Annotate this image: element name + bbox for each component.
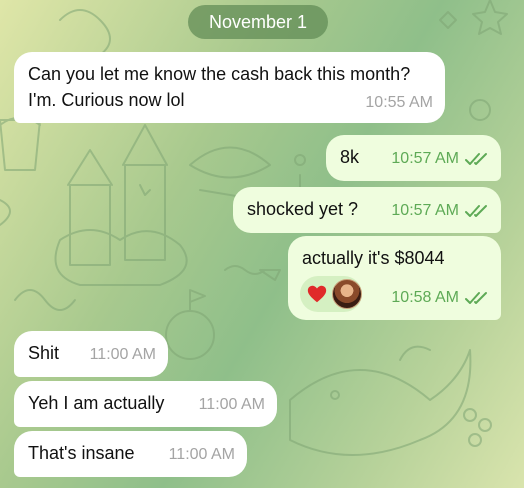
message-text: actually it's $8044 (302, 248, 445, 268)
message-time: 10:58 AM (391, 289, 459, 306)
date-header: November 1 (188, 5, 328, 39)
message-time: 10:57 AM (391, 202, 459, 219)
incoming-message[interactable]: Can you let me know the cash back this m… (14, 52, 445, 123)
outgoing-message[interactable]: 8k 10:57 AM (326, 135, 501, 181)
message-meta: 11:00 AM (199, 391, 265, 419)
message-time: 10:57 AM (391, 150, 459, 167)
incoming-message[interactable]: Yeh I am actually 11:00 AM (14, 381, 277, 427)
reactions-bar[interactable] (300, 276, 362, 312)
reactor-avatar[interactable] (332, 279, 362, 309)
message-time: 10:55 AM (365, 94, 433, 111)
double-check-icon (465, 292, 487, 304)
heart-icon (307, 285, 327, 303)
outgoing-message[interactable]: actually it's $8044 10:58 AM (288, 236, 501, 320)
double-check-icon (465, 153, 487, 165)
incoming-message[interactable]: That's insane 11:00 AM (14, 431, 247, 477)
double-check-icon (465, 205, 487, 217)
message-time: 11:00 AM (168, 446, 235, 463)
message-meta: 11:00 AM (169, 441, 235, 469)
message-meta: 10:58 AM (391, 284, 491, 312)
incoming-message[interactable]: Shit 11:00 AM (14, 331, 168, 377)
outgoing-message[interactable]: shocked yet ? 10:57 AM (233, 187, 501, 233)
message-text: Can you let me know the cash back this m… (28, 64, 411, 84)
message-time: 11:00 AM (89, 346, 156, 363)
message-time: 11:00 AM (198, 396, 265, 413)
message-meta: 10:57 AM (391, 145, 491, 173)
message-meta: 10:57 AM (391, 197, 491, 225)
message-meta: 11:00 AM (90, 341, 156, 369)
message-meta: 10:55 AM (365, 89, 433, 117)
